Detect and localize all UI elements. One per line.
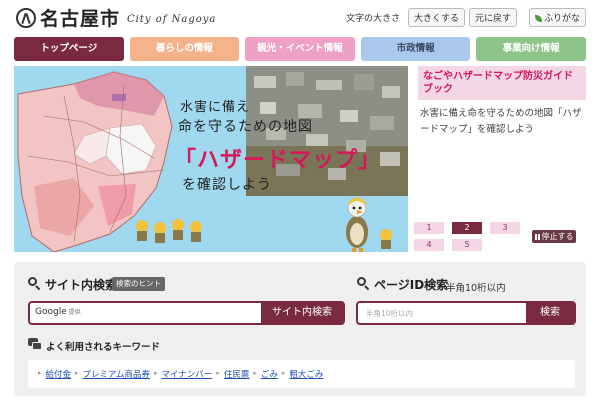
slide-stop-button[interactable]: 停止する [532,230,576,243]
page-id-input[interactable] [358,303,526,323]
keyword-chat-icon [28,338,43,350]
keyword-link[interactable]: マイナンバー [161,368,212,380]
site-logo[interactable]: 名古屋市 City of Nagoya [16,4,216,31]
main-nav: トップページ 暮らしの情報 観光・イベント情報 市政情報 事業向け情報 [14,37,586,61]
mascot-group-icon [136,219,202,243]
keyword-link[interactable]: 粗大ごみ [289,368,323,380]
utility-bar: 文字の大きさ 大きくする 元に戻す ふりがな [346,8,586,27]
keyword-link[interactable]: 住民票 [224,368,250,380]
slide-page-5[interactable]: 5 [452,239,482,251]
keyword-list: ▸ 給付金 ▸ プレミアム商品券 ▸ マイナンバー ▸ 住民票 ▸ ごみ ▸ 粗… [38,368,324,380]
stop-label: 停止する [541,232,574,241]
hero-line-2: 命を守るための地図 [178,119,313,135]
page-id-note: 半角10桁以内 [446,283,506,294]
reset-text-button[interactable]: 元に戻す [468,8,517,27]
nav-tab-life[interactable]: 暮らしの情報 [129,37,240,61]
enlarge-text-button[interactable]: 大きくする [407,8,465,27]
slide-page-1[interactable]: 1 [414,222,444,234]
leaf-icon [534,15,542,22]
site-header: 名古屋市 City of Nagoya 文字の大きさ 大きくする 元に戻す ふり… [0,0,600,34]
logo-english: City of Nagoya [127,14,217,25]
slide-title-link[interactable]: なごやハザードマップ防災ガイドブック [418,66,586,100]
keywords-title: よく利用されるキーワード [46,342,161,353]
slide-page-3[interactable]: 3 [490,222,520,234]
furigana-label: ふりがな [543,14,580,24]
page-id-search-box: 検索 [356,301,576,325]
hero-line-1: 水害に備え [180,100,251,115]
search-icon [28,277,41,291]
page-id-search-title: ページID検索 [374,278,449,292]
text-size-label: 文字の大きさ [345,14,400,24]
mascot-small-icon [380,229,392,249]
nav-tab-top[interactable]: トップページ [14,37,124,61]
google-provided-label: 提供 [68,309,81,316]
slide-page-4[interactable]: 4 [414,239,444,251]
nav-tab-business[interactable]: 事業向け情報 [476,37,586,61]
slide-pager: 1 2 3 4 5 [414,219,534,253]
pause-icon [534,234,540,240]
keyword-link[interactable]: 給付金 [46,368,72,380]
hero-line-3: 「ハザードマップ」 [174,148,382,173]
google-label: Google [35,307,67,317]
slide-page-2[interactable]: 2 [452,222,482,234]
hero-line-4: を確認しよう [182,177,272,193]
hero-slide[interactable]: 水害に備え 命を守るための地図 「ハザードマップ」 を確認しよう [14,66,408,252]
site-search-box: Google 提供 サイト内検索 [28,301,345,325]
search-hint-button[interactable]: 検索のヒント [112,277,165,291]
furigana-button[interactable]: ふりがな [528,8,586,27]
site-search-button[interactable]: サイト内検索 [261,303,343,323]
mascot-bird-icon [346,197,368,252]
keywords-box: ▸ 給付金 ▸ プレミアム商品券 ▸ マイナンバー ▸ 住民票 ▸ ごみ ▸ 粗… [28,360,575,388]
slide-description: 水害に備え命を守るための地図「ハザードマップ」を確認しよう [420,108,582,135]
keyword-link[interactable]: ごみ [261,368,278,380]
search-icon [357,277,370,291]
nav-tab-tourism-events[interactable]: 観光・イベント情報 [245,37,355,61]
nagoya-emblem-icon [16,7,36,28]
page-id-search-button[interactable]: 検索 [526,303,574,323]
nav-tab-city-admin[interactable]: 市政情報 [360,37,471,61]
site-search-title: サイト内検索 [45,278,118,292]
logo-text: 名古屋市 [40,8,121,30]
site-search-input[interactable]: Google 提供 [35,307,81,317]
keyword-link[interactable]: プレミアム商品券 [83,368,150,380]
